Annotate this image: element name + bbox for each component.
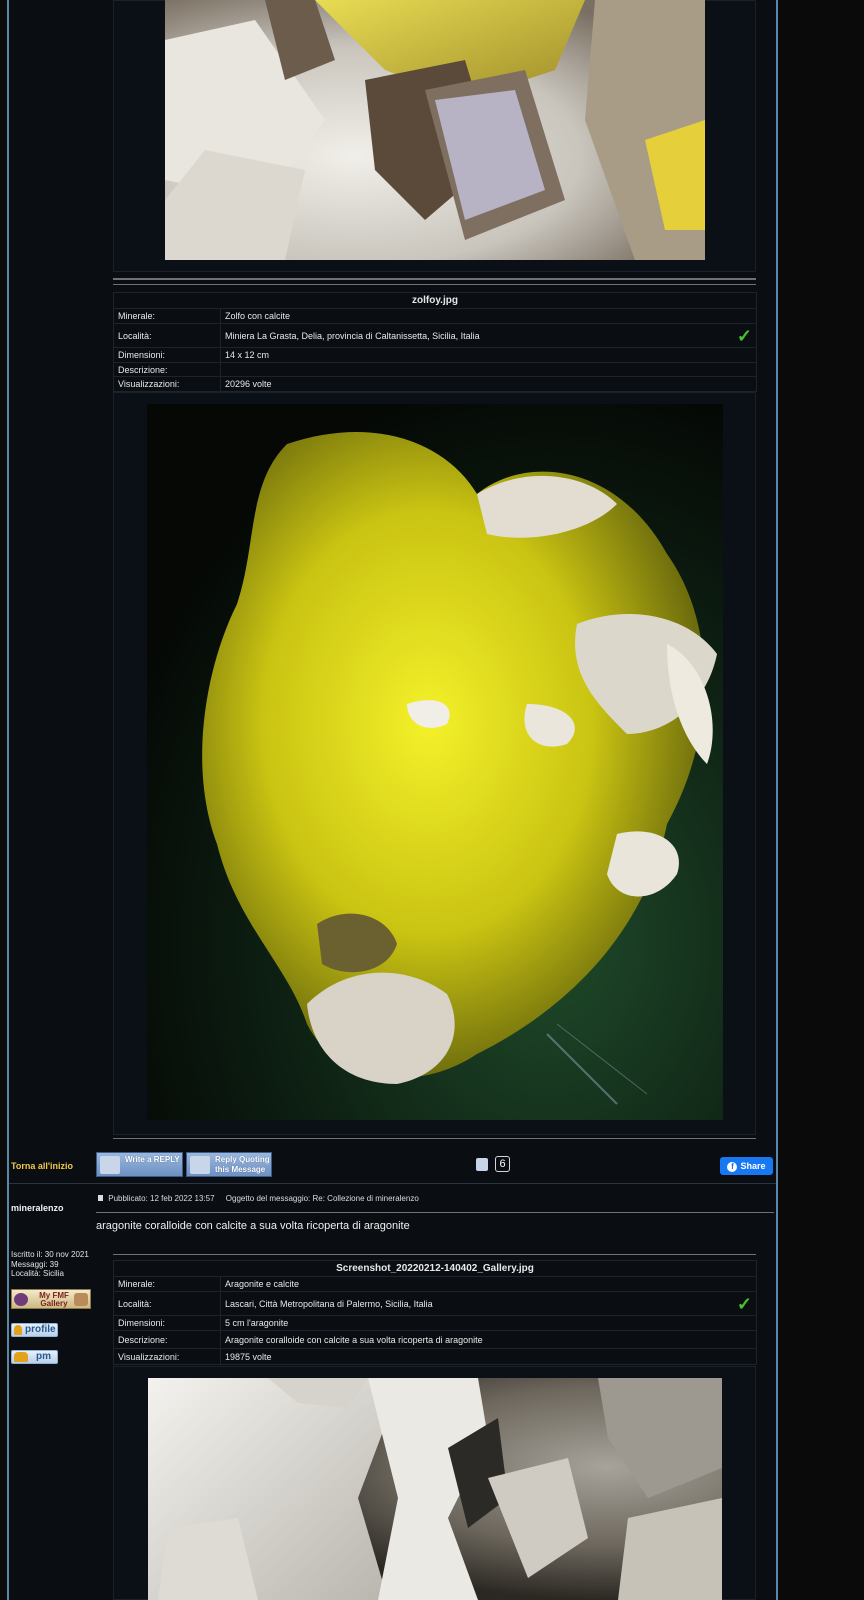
profile-button[interactable]: profile <box>11 1323 58 1337</box>
info-value: Aragonite e calcite <box>220 1276 757 1292</box>
post-icon <box>98 1195 103 1201</box>
page-margin <box>778 0 864 1600</box>
gallery-badge[interactable]: My FMF Gallery <box>11 1289 91 1309</box>
info-key: Località: <box>113 323 221 348</box>
divider <box>113 278 756 280</box>
quote-pencil-icon <box>190 1156 210 1174</box>
author-posts: Messaggi: 39 <box>11 1259 59 1269</box>
checkmark-icon: ✓ <box>736 1293 752 1314</box>
info-key: Visualizzazioni: <box>113 376 221 392</box>
post-published: Pubblicato: 12 feb 2022 13:57 <box>108 1194 215 1203</box>
post-body: aragonite coralloide con calcite a sua v… <box>96 1220 410 1232</box>
image-filename[interactable]: Screenshot_20220212-140402_Gallery.jpg <box>113 1260 757 1277</box>
post2-image-info-table: Screenshot_20220212-140402_Gallery.jpg M… <box>113 1260 757 1365</box>
info-value: Lascari, Città Metropolitana di Palermo,… <box>225 1298 433 1309</box>
write-reply-button[interactable]: Write a REPLY <box>96 1152 183 1177</box>
info-value: 5 cm l'aragonite <box>220 1315 757 1331</box>
checkmark-icon: ✓ <box>736 325 752 346</box>
divider <box>113 1138 756 1139</box>
pm-button[interactable]: pm <box>11 1350 58 1364</box>
write-reply-label: Write a REPLY <box>125 1155 180 1164</box>
post-subject: Oggetto del messaggio: Re: Collezione di… <box>225 1194 419 1203</box>
author-info: Iscritto il: 30 nov 2021 Messaggi: 39 Lo… <box>11 1250 89 1279</box>
image-filename[interactable]: zolfoy.jpg <box>113 292 757 309</box>
profile-label: profile <box>25 1324 56 1335</box>
share-label: Share <box>740 1161 766 1171</box>
users-icon <box>14 1352 28 1362</box>
info-value: Zolfo con calcite <box>220 308 757 324</box>
author-location: Località: Sicilia <box>11 1269 64 1278</box>
reply-quoting-label: Reply Quoting this Message <box>215 1155 270 1174</box>
info-value: Aragonite coralloide con calcite a sua v… <box>220 1330 757 1349</box>
facebook-icon: f <box>727 1162 738 1172</box>
post-separator <box>9 1183 776 1184</box>
thumbs-up-icon <box>476 1158 488 1171</box>
post1-image-info-table: zolfoy.jpg Minerale: Zolfo con calcite Lo… <box>113 292 757 392</box>
info-key: Minerale: <box>113 308 221 324</box>
info-key: Località: <box>113 1291 221 1316</box>
info-key: Visualizzazioni: <box>113 1348 221 1365</box>
post-meta: Pubblicato: 12 feb 2022 13:57 Oggetto de… <box>98 1194 419 1203</box>
divider <box>113 1254 756 1255</box>
gallery-badge-label: My FMF Gallery <box>39 1291 69 1308</box>
mineral-photo-aragonite[interactable] <box>148 1378 722 1600</box>
info-value: 14 x 12 cm <box>220 347 757 363</box>
info-key: Dimensioni: <box>113 347 221 363</box>
mineral-photo-calcite-closeup[interactable] <box>165 0 705 260</box>
author-joined: Iscritto il: 30 nov 2021 <box>11 1250 89 1259</box>
back-to-top-link[interactable]: Torna all'inizio <box>11 1161 73 1171</box>
facebook-share-button[interactable]: f Share <box>720 1157 773 1175</box>
info-value: 20296 volte <box>220 376 757 392</box>
info-value <box>220 362 757 377</box>
info-key: Descrizione: <box>113 362 221 377</box>
info-key: Dimensioni: <box>113 1315 221 1331</box>
info-value: Miniera La Grasta, Delia, provincia di C… <box>225 330 480 341</box>
mineral-icon <box>74 1293 88 1306</box>
divider <box>113 284 756 285</box>
pm-label: pm <box>36 1351 51 1362</box>
post-author[interactable]: mineralenzo <box>11 1203 64 1213</box>
gem-icon <box>14 1293 28 1306</box>
info-key: Descrizione: <box>113 1330 221 1349</box>
divider <box>96 1212 774 1213</box>
mineral-photo-sulfur-specimen[interactable] <box>147 404 723 1120</box>
info-key: Minerale: <box>113 1276 221 1292</box>
reply-quoting-button[interactable]: Reply Quoting this Message <box>186 1152 272 1177</box>
like-count: 6 <box>495 1156 510 1172</box>
info-value: 19875 volte <box>220 1348 757 1365</box>
pencil-icon <box>100 1156 120 1174</box>
user-icon <box>14 1325 22 1335</box>
